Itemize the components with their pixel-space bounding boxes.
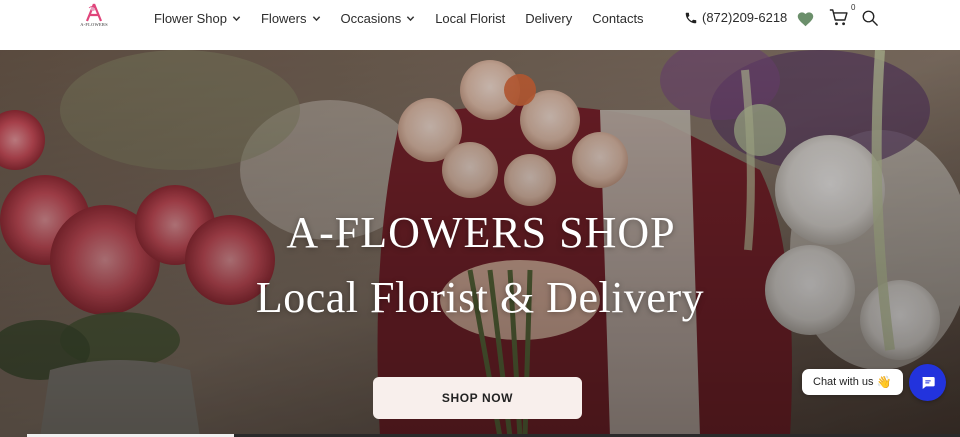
chat-bubble-text: Chat with us <box>813 376 874 388</box>
main-nav: Flower Shop Flowers Occasions Local Flor… <box>154 0 664 36</box>
hero-banner: A-FLOWERS SHOP Local Florist & Delivery … <box>0 50 960 437</box>
hero-title: A-FLOWERS SHOP <box>286 208 676 257</box>
wishlist-button[interactable] <box>796 10 815 32</box>
heart-icon <box>797 12 814 27</box>
chevron-down-icon <box>312 15 320 21</box>
search-icon <box>862 10 878 26</box>
nav-item-delivery[interactable]: Delivery <box>525 11 572 26</box>
hero-subtitle: Local Florist & Delivery <box>255 273 705 322</box>
nav-item-label: Flowers <box>260 10 307 26</box>
nav-item-label: Delivery <box>525 10 573 26</box>
nav-item-flowers[interactable]: Flowers <box>261 11 321 26</box>
site-header: A-FLOWERS Flower Shop Flowers Occasions … <box>0 0 960 50</box>
shop-now-button[interactable]: SHOP NOW <box>373 377 582 419</box>
nav-item-label: Flower Shop <box>154 10 227 26</box>
search-button[interactable] <box>861 9 879 32</box>
nav-item-label: Contacts <box>592 10 644 26</box>
phone-number: (872)209-6218 <box>702 10 788 25</box>
nav-item-occasions[interactable]: Occasions <box>341 11 416 26</box>
chat-launcher-button[interactable] <box>909 364 946 401</box>
site-logo[interactable]: A-FLOWERS <box>76 3 112 33</box>
wave-emoji: 👋 <box>876 375 892 389</box>
chevron-down-icon <box>232 15 241 21</box>
phone-icon <box>685 12 697 23</box>
cart-count-badge: 0 <box>851 3 856 12</box>
chevron-down-icon <box>407 15 415 21</box>
nav-item-contacts[interactable]: Contacts <box>592 11 643 26</box>
chat-bubble[interactable]: Chat with us 👋 <box>802 369 903 395</box>
cart-icon <box>829 9 848 26</box>
chat-icon <box>921 376 935 389</box>
nav-item-flower-shop[interactable]: Flower Shop <box>154 11 241 26</box>
phone-link[interactable]: (872)209-6218 <box>684 10 787 25</box>
cart-button[interactable] <box>829 8 849 32</box>
logo-text: A-FLOWERS <box>80 22 108 27</box>
logo-icon <box>85 3 103 22</box>
nav-item-label: Occasions <box>340 10 402 26</box>
nav-item-label: Local Florist <box>435 10 506 26</box>
nav-item-local-florist[interactable]: Local Florist <box>435 11 505 26</box>
